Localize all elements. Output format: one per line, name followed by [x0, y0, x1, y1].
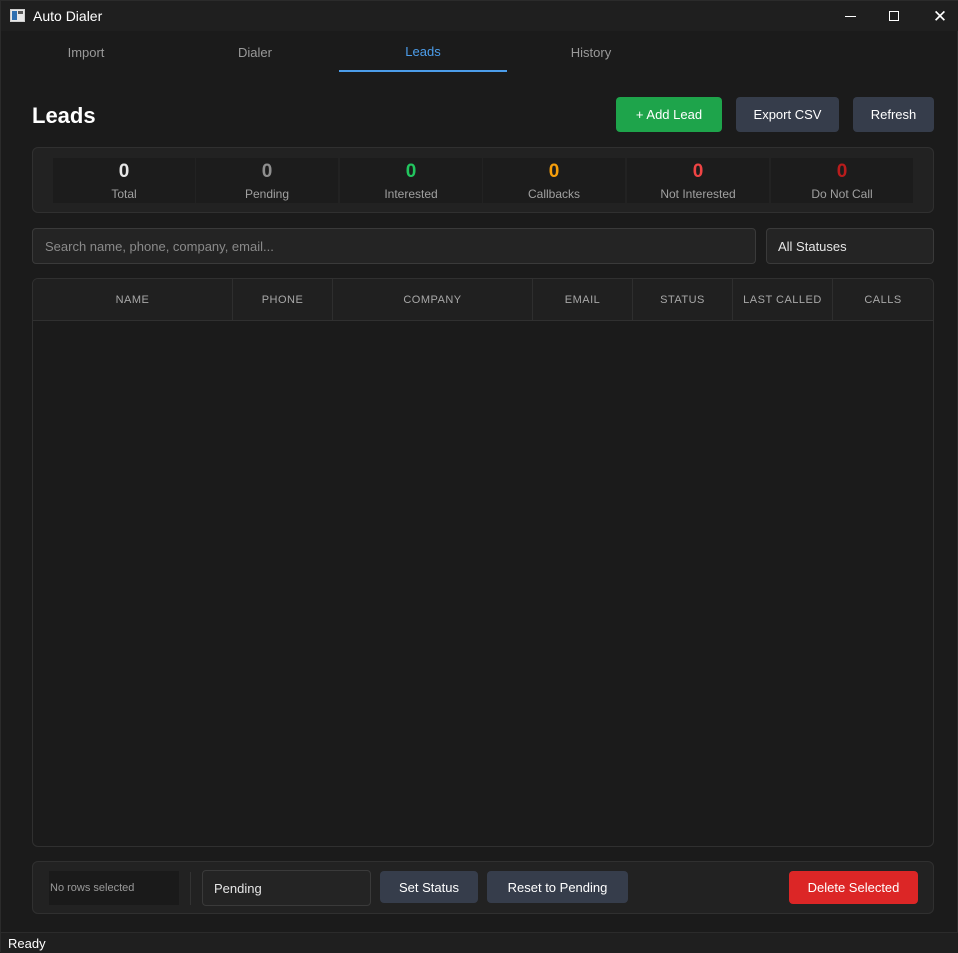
stat-not-interested: 0 Not Interested [627, 158, 769, 203]
stat-label: Interested [384, 187, 438, 201]
divider [190, 872, 191, 905]
column-header-company[interactable]: COMPANY [333, 279, 533, 320]
maximize-icon [889, 11, 899, 21]
tab-leads[interactable]: Leads [339, 33, 507, 72]
column-header-email[interactable]: EMAIL [533, 279, 633, 320]
tab-history[interactable]: History [507, 33, 675, 71]
app-window: Auto Dialer ✕ Import Dialer Leads Histor… [0, 0, 958, 953]
minimize-icon [844, 15, 856, 17]
stats-panel: 0 Total 0 Pending 0 Interested 0 Callbac… [32, 147, 934, 213]
stat-label: Pending [244, 187, 290, 201]
stat-value: 0 [405, 161, 417, 182]
status-filter-select[interactable]: All Statuses [766, 228, 934, 264]
stat-value: 0 [836, 161, 848, 182]
export-csv-button[interactable]: Export CSV [736, 97, 839, 132]
column-header-last-called[interactable]: LAST CALLED [733, 279, 833, 320]
bulk-actions-bar: No rows selected Pending Set Status Rese… [32, 861, 934, 914]
stat-label: Not Interested [660, 187, 736, 201]
stat-value: 0 [548, 161, 560, 182]
reset-to-pending-button[interactable]: Reset to Pending [487, 871, 628, 903]
stat-value: 0 [261, 161, 273, 182]
stat-pending: 0 Pending [196, 158, 338, 203]
stat-interested: 0 Interested [340, 158, 482, 203]
stat-callbacks: 0 Callbacks [483, 158, 625, 203]
app-window-icon [10, 9, 25, 22]
tab-import[interactable]: Import [2, 33, 170, 71]
leads-table[interactable]: NAME PHONE COMPANY EMAIL STATUS LAST CAL… [32, 278, 934, 847]
page-title: Leads [32, 103, 96, 128]
stat-total: 0 Total [53, 158, 195, 203]
refresh-button[interactable]: Refresh [853, 97, 934, 132]
close-button[interactable]: ✕ [917, 1, 958, 31]
title-bar: Auto Dialer ✕ [1, 1, 958, 31]
search-input[interactable] [32, 228, 756, 264]
stat-value: 0 [692, 161, 704, 182]
window-title: Auto Dialer [33, 8, 103, 24]
status-choice-select[interactable]: Pending [202, 870, 371, 906]
stat-value: 0 [118, 161, 130, 182]
column-header-calls[interactable]: CALLS [833, 279, 933, 320]
stat-label: Callbacks [527, 187, 581, 201]
tab-bar: Import Dialer Leads History [1, 33, 958, 73]
close-icon: ✕ [932, 6, 948, 26]
status-bar: Ready [1, 932, 958, 953]
delete-selected-button[interactable]: Delete Selected [789, 871, 918, 904]
stat-label: Total [111, 187, 137, 201]
column-header-status[interactable]: STATUS [633, 279, 733, 320]
add-lead-button[interactable]: + Add Lead [616, 97, 722, 132]
maximize-button[interactable] [871, 1, 917, 31]
selection-info: No rows selected [49, 871, 179, 905]
set-status-button[interactable]: Set Status [380, 871, 478, 903]
stat-do-not-call: 0 Do Not Call [771, 158, 913, 203]
column-header-name[interactable]: NAME [33, 279, 233, 320]
minimize-button[interactable] [827, 1, 873, 31]
tab-dialer[interactable]: Dialer [171, 33, 339, 71]
status-text: Ready [8, 936, 46, 951]
stat-label: Do Not Call [811, 187, 873, 201]
table-header: NAME PHONE COMPANY EMAIL STATUS LAST CAL… [33, 279, 933, 321]
column-header-phone[interactable]: PHONE [233, 279, 333, 320]
